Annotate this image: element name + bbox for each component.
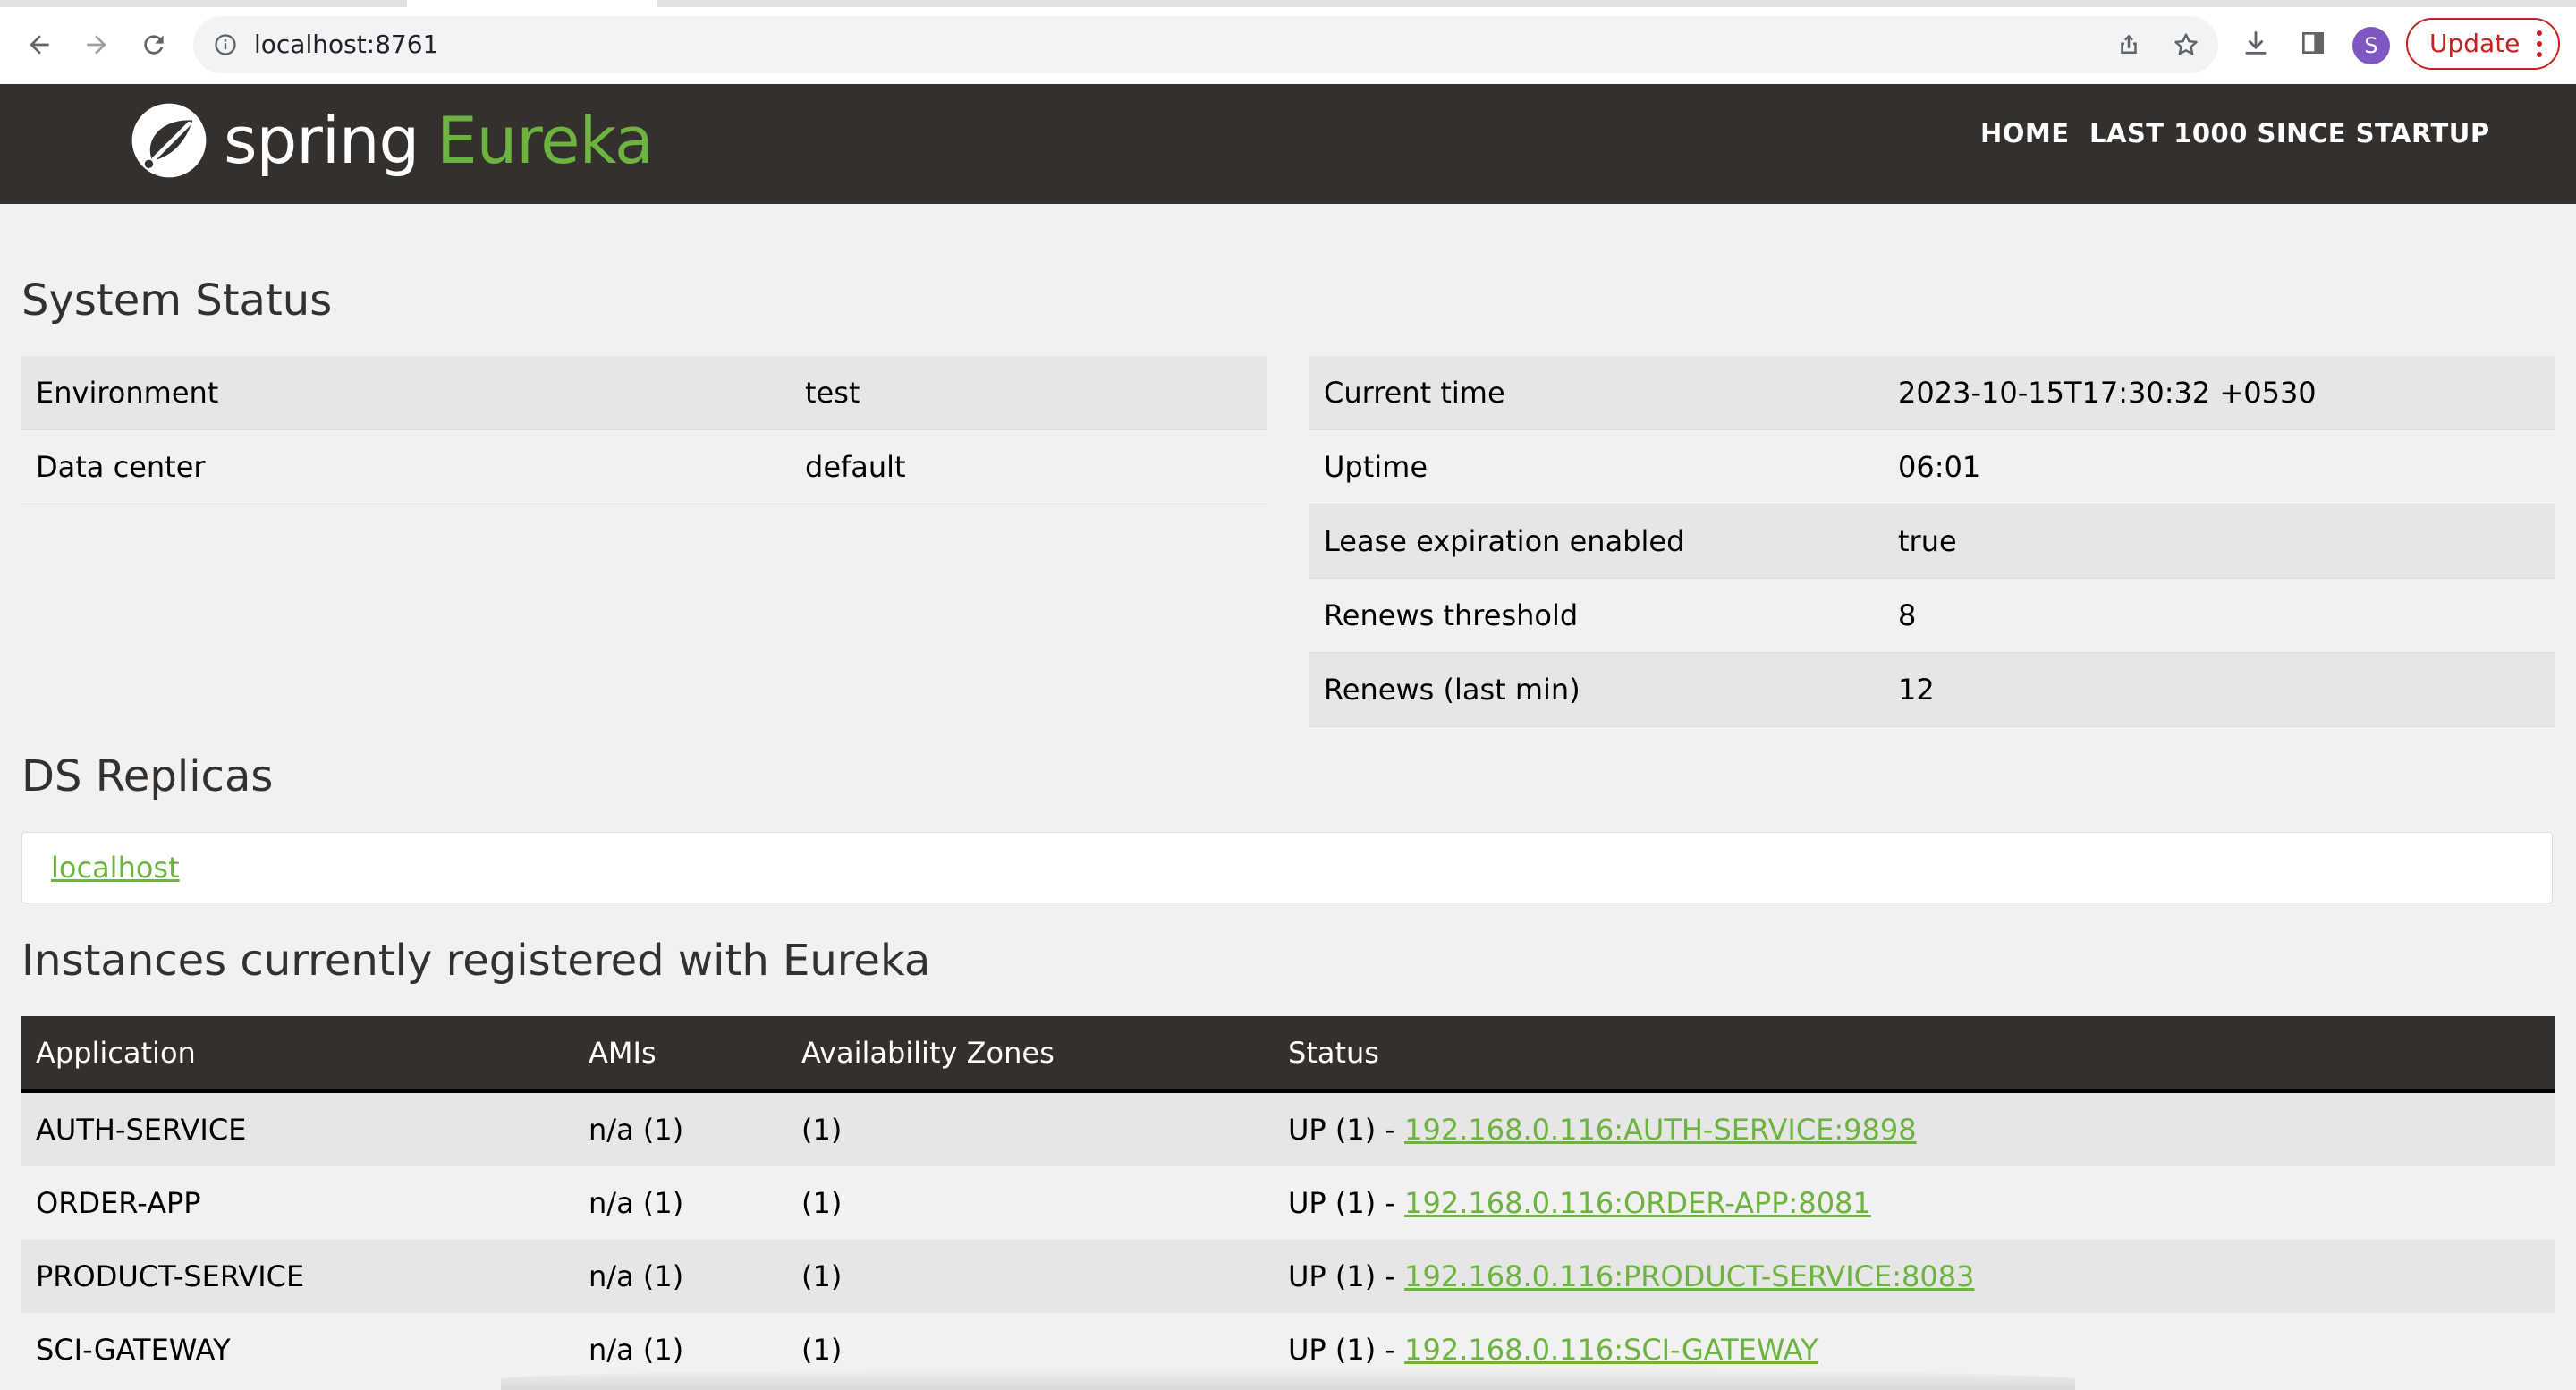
nav-home-link[interactable]: HOME [1980,114,2070,152]
logo-eureka-text: Eureka [436,103,654,178]
status-label: Renews threshold [1309,578,1884,653]
zones-cell: (1) [801,1186,843,1220]
replica-localhost-link[interactable]: localhost [51,847,180,888]
status-value: true [1884,504,2555,579]
active-tab[interactable] [407,0,657,7]
star-icon[interactable] [2170,29,2202,61]
status-value: 2023-10-15T17:30:32 +0530 [1884,356,2555,430]
eureka-navbar: spring Eureka HOME LAST 1000 SINCE STARTU… [0,84,2576,204]
status-cell: UP (1) - 192.168.0.116:AUTH-SERVICE:9898 [1274,1091,2555,1166]
instances-table: Application AMIs Availability Zones Stat… [21,1016,2555,1386]
address-bar[interactable]: localhost:8761 [193,16,2218,73]
status-prefix: UP (1) - [1288,1333,1405,1367]
table-row: Lease expiration enabled true [1309,504,2555,579]
status-value: 12 [1884,652,2555,727]
side-panel-icon[interactable] [2295,25,2331,61]
status-cell: UP (1) - 192.168.0.116:PRODUCT-SERVICE:8… [1274,1240,2555,1313]
browser-toolbar: localhost:8761 S Update [0,0,2576,84]
zones-cell: (1) [787,1091,1274,1166]
table-row: Current time 2023-10-15T17:30:32 +0530 [1309,356,2555,430]
table-row: AUTH-SERVICE n/a (1) (1) UP (1) - 192.16… [21,1091,2555,1166]
application-name: ORDER-APP [36,1186,201,1220]
instance-link[interactable]: 192.168.0.116:ORDER-APP:8081 [1404,1186,1871,1220]
instances-header-row: Application AMIs Availability Zones Stat… [21,1016,2555,1093]
status-value: 8 [1884,578,2555,653]
update-button[interactable]: Update [2406,18,2560,70]
zones-cell: (1) [787,1240,1274,1313]
system-status-heading: System Status [21,275,333,326]
forward-arrow-icon[interactable] [73,21,120,68]
reload-icon[interactable] [131,21,177,68]
info-icon[interactable] [211,30,240,59]
instance-link[interactable]: 192.168.0.116:SCI-GATEWAY [1404,1333,1818,1367]
status-prefix: UP (1) - [1288,1186,1405,1220]
table-row: ORDER-APP n/a (1) (1) UP (1) - 192.168.0… [21,1166,2555,1240]
logo-spring-text: spring [224,103,419,178]
status-label: Renews (last min) [1309,652,1884,727]
table-row: Renews (last min) 12 [1309,652,2555,727]
status-prefix: UP (1) - [1288,1259,1405,1293]
nav-last1000-link[interactable]: LAST 1000 SINCE STARTUP [2089,114,2490,152]
instances-heading: Instances currently registered with Eure… [21,936,931,986]
amis-cell: n/a (1) [574,1240,787,1313]
instance-link[interactable]: 192.168.0.116:PRODUCT-SERVICE:8083 [1404,1259,1974,1293]
table-row: Environment test [21,356,1267,430]
share-icon[interactable] [2113,29,2145,61]
status-label: Uptime [1309,429,1884,504]
status-value: 06:01 [1884,429,2555,504]
status-value: test [791,356,1267,430]
status-label: Current time [1309,356,1884,430]
application-name: PRODUCT-SERVICE [21,1240,574,1313]
column-header-status: Status [1274,1016,2555,1093]
status-label: Lease expiration enabled [1309,504,1884,579]
tab-strip [0,0,2576,7]
application-name: AUTH-SERVICE [21,1091,574,1166]
status-cell: UP (1) - 192.168.0.116:ORDER-APP:8081 [1274,1166,2555,1240]
column-header-amis: AMIs [574,1016,787,1093]
back-arrow-icon[interactable] [16,21,63,68]
amis-cell: n/a (1) [589,1186,684,1220]
column-header-zones: Availability Zones [787,1016,1274,1093]
status-label: Environment [21,356,791,430]
ds-replicas-panel: localhost [21,832,2553,903]
url-text[interactable]: localhost:8761 [254,27,438,63]
status-label: Data center [21,429,791,504]
download-icon[interactable] [2238,25,2274,61]
table-row: PRODUCT-SERVICE n/a (1) (1) UP (1) - 192… [21,1240,2555,1313]
amis-cell: n/a (1) [574,1091,787,1166]
kebab-menu-icon[interactable] [2537,30,2542,57]
instance-link[interactable]: 192.168.0.116:AUTH-SERVICE:9898 [1404,1113,1916,1147]
application-name: SCI-GATEWAY [36,1333,231,1367]
spring-eureka-logo[interactable]: spring Eureka [127,91,654,190]
table-row: Data center default [21,429,1267,504]
status-prefix: UP (1) - [1288,1113,1405,1147]
ds-replicas-heading: DS Replicas [21,751,274,801]
update-label: Update [2429,29,2521,58]
status-value: default [791,429,1267,504]
column-header-application: Application [21,1016,574,1093]
spring-leaf-icon [131,103,207,178]
profile-avatar[interactable]: S [2352,27,2390,64]
system-status-right-table: Current time 2023-10-15T17:30:32 +0530 U… [1309,356,2555,727]
table-row: Renews threshold 8 [1309,578,2555,653]
table-row: Uptime 06:01 [1309,429,2555,504]
system-status-left-table: Environment test Data center default [21,356,1267,504]
page-bottom-shadow [501,1369,2075,1390]
